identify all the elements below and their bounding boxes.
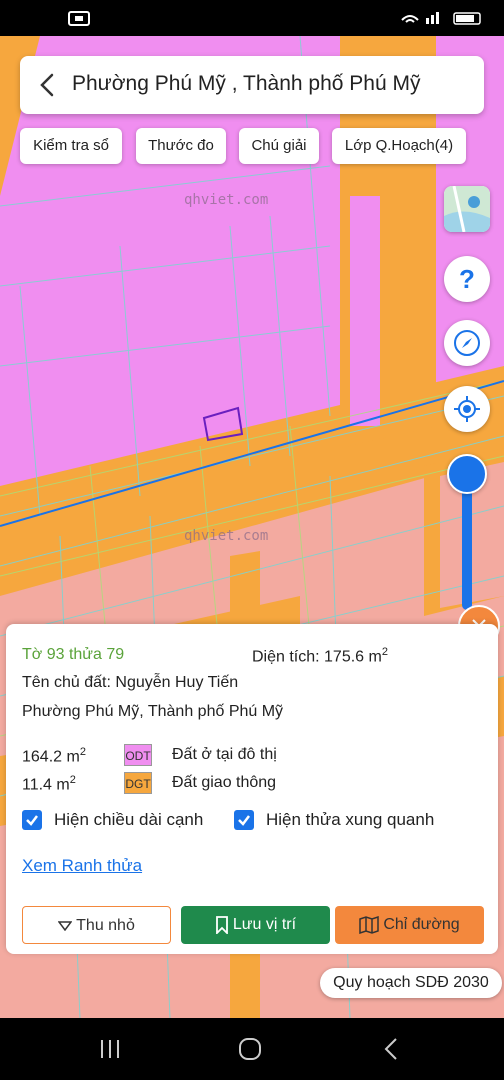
header-bar: Phường Phú Mỹ , Thành phố Phú Mỹ xyxy=(20,56,484,114)
land-use-name: Đất giao thông xyxy=(172,774,277,791)
planning-layer-chip[interactable]: Lớp Q.Hoạch(4) xyxy=(332,128,466,164)
land-use-code-badge: ODT xyxy=(124,744,152,766)
compass-button[interactable] xyxy=(444,320,490,366)
land-use-row: 164.2 m2 ODT Đất ở tại đô thị xyxy=(22,744,492,766)
svg-text:?: ? xyxy=(459,265,475,293)
map-type-button[interactable] xyxy=(444,186,490,232)
collapse-button[interactable]: Thu nhỏ xyxy=(22,906,171,944)
bookmark-icon xyxy=(216,915,228,934)
map-thumbnail-icon xyxy=(444,186,490,232)
land-use-area: 164.2 m2 xyxy=(22,746,86,766)
checkbox-checked[interactable] xyxy=(22,810,42,830)
watermark: qhviet.com xyxy=(184,528,269,544)
back-nav-icon[interactable] xyxy=(378,1036,406,1062)
compass-icon xyxy=(454,330,480,356)
land-use-area: 11.4 m2 xyxy=(22,774,76,794)
opacity-slider-handle[interactable] xyxy=(447,454,487,494)
help-button[interactable]: ? xyxy=(444,256,490,302)
show-edge-length-checkbox[interactable]: Hiện chiều dài cạnh xyxy=(22,810,222,834)
land-use-code-badge: DGT xyxy=(124,772,152,794)
check-icon xyxy=(238,815,250,826)
check-icon xyxy=(26,815,38,826)
checkbox-checked[interactable] xyxy=(234,810,254,830)
save-location-button[interactable]: Lưu vị trí xyxy=(181,906,330,944)
system-nav-bar xyxy=(0,1018,504,1080)
parcel-info-panel: Tờ 93 thửa 79 Diện tích: 175.6 m2 Tên ch… xyxy=(6,624,498,954)
measure-chip[interactable]: Thước đo xyxy=(136,128,226,164)
show-neighbors-checkbox[interactable]: Hiện thửa xung quanh xyxy=(234,810,474,834)
page-title: Phường Phú Mỹ , Thành phố Phú Mỹ xyxy=(72,72,421,95)
screenshot-icon xyxy=(68,11,90,26)
parcel-area: Diện tích: 175.6 m2 xyxy=(252,646,388,666)
parcel-id: Tờ 93 thửa 79 xyxy=(22,646,125,663)
legend-chip[interactable]: Chú giải xyxy=(239,128,319,164)
owner-name: Tên chủ đất: Nguyễn Huy Tiến xyxy=(22,674,239,691)
signal-battery-icons xyxy=(401,12,481,25)
checkbox-label: Hiện chiều dài cạnh xyxy=(54,810,204,829)
my-location-button[interactable] xyxy=(444,386,490,432)
directions-button[interactable]: Chỉ đường xyxy=(335,906,484,944)
land-use-name: Đất ở tại đô thị xyxy=(172,746,277,763)
watermark: qhviet.com xyxy=(184,192,269,208)
parcel-address: Phường Phú Mỹ, Thành phố Phú Mỹ xyxy=(22,703,284,720)
location-target-icon xyxy=(454,396,480,422)
map-icon xyxy=(359,915,380,934)
back-arrow-icon[interactable] xyxy=(34,71,62,99)
question-icon: ? xyxy=(459,265,475,293)
triangle-down-icon xyxy=(58,921,73,931)
check-book-chip[interactable]: Kiểm tra sổ xyxy=(20,128,122,164)
planning-layer-badge[interactable]: Quy hoạch SDĐ 2030 xyxy=(320,968,502,998)
status-bar xyxy=(0,0,504,36)
checkbox-label: Hiện thửa xung quanh xyxy=(266,810,435,829)
land-use-row: 11.4 m2 DGT Đất giao thông xyxy=(22,772,492,794)
recent-apps-icon[interactable] xyxy=(96,1036,124,1062)
view-boundary-link[interactable]: Xem Ranh thửa xyxy=(22,856,142,876)
home-icon[interactable] xyxy=(236,1036,264,1062)
